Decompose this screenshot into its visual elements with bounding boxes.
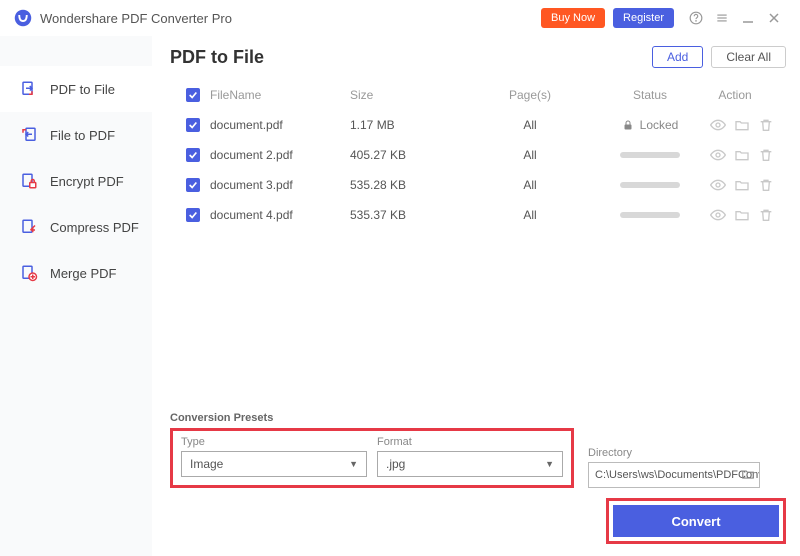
row-checkbox[interactable] [186,208,200,222]
preview-icon[interactable] [710,147,726,163]
cell-filename: document 2.pdf [210,148,350,162]
content: PDF to File Add Clear All FileName Size … [152,36,800,556]
type-value: Image [190,457,223,471]
type-label: Type [181,436,367,448]
presets-heading: Conversion Presets [170,412,786,424]
col-size: Size [350,88,470,102]
page-title: PDF to File [170,47,264,68]
convert-highlight-box: Convert [606,498,786,544]
format-label: Format [377,436,563,448]
conversion-panel: Conversion Presets Type Image ▼ Format .… [170,412,786,556]
row-checkbox[interactable] [186,118,200,132]
clear-all-button[interactable]: Clear All [711,46,786,68]
cell-pages: All [470,118,590,132]
pdf-to-file-icon [20,80,38,98]
preview-icon[interactable] [710,117,726,133]
presets-highlight-box: Type Image ▼ Format .jpg ▼ [170,428,574,488]
merge-pdf-icon [20,264,38,282]
add-button[interactable]: Add [652,46,703,68]
app-logo-icon [14,9,32,27]
sidebar-item-merge-pdf[interactable]: Merge PDF [0,250,152,296]
directory-value: C:\Users\ws\Documents\PDFConvert [595,469,760,481]
browse-folder-icon[interactable] [741,467,755,484]
sidebar-item-label: Compress PDF [50,220,139,235]
col-pages: Page(s) [470,88,590,102]
format-value: .jpg [386,457,405,471]
open-folder-icon[interactable] [734,147,750,163]
cell-pages: All [470,178,590,192]
encrypt-pdf-icon [20,172,38,190]
sidebar-item-label: Encrypt PDF [50,174,124,189]
row-checkbox[interactable] [186,148,200,162]
table-header: FileName Size Page(s) Status Action [170,80,786,110]
select-all-checkbox[interactable] [186,88,200,102]
col-status: Status [590,88,710,102]
chevron-down-icon: ▼ [545,459,554,469]
col-filename: FileName [210,88,350,102]
app-title: Wondershare PDF Converter Pro [40,11,232,26]
close-icon[interactable] [762,6,786,30]
cell-size: 405.27 KB [350,148,470,162]
col-action: Action [710,88,780,102]
locked-label: Locked [640,118,679,132]
status-progress [620,152,680,158]
open-folder-icon[interactable] [734,117,750,133]
sidebar-item-compress-pdf[interactable]: Compress PDF [0,204,152,250]
minimize-icon[interactable] [736,6,760,30]
file-to-pdf-icon [20,126,38,144]
register-button[interactable]: Register [613,8,674,28]
table-row: document 4.pdf535.37 KBAll [170,200,786,230]
open-folder-icon[interactable] [734,177,750,193]
help-icon[interactable] [684,6,708,30]
sidebar-item-label: PDF to File [50,82,115,97]
file-table: FileName Size Page(s) Status Action docu… [170,80,786,412]
titlebar: Wondershare PDF Converter Pro Buy Now Re… [0,0,800,36]
directory-label: Directory [588,447,760,459]
status-progress [620,182,680,188]
cell-pages: All [470,148,590,162]
delete-icon[interactable] [758,147,774,163]
sidebar-item-pdf-to-file[interactable]: PDF to File [0,66,152,112]
preview-icon[interactable] [710,207,726,223]
cell-size: 1.17 MB [350,118,470,132]
chevron-down-icon: ▼ [349,459,358,469]
type-select[interactable]: Image ▼ [181,451,367,477]
row-checkbox[interactable] [186,178,200,192]
directory-input[interactable]: C:\Users\ws\Documents\PDFConvert [588,462,760,488]
delete-icon[interactable] [758,207,774,223]
table-row: document 2.pdf405.27 KBAll [170,140,786,170]
buy-now-button[interactable]: Buy Now [541,8,605,28]
convert-button[interactable]: Convert [613,505,779,537]
open-folder-icon[interactable] [734,207,750,223]
table-row: document 3.pdf535.28 KBAll [170,170,786,200]
lock-icon [622,119,634,131]
sidebar-item-file-to-pdf[interactable]: File to PDF [0,112,152,158]
delete-icon[interactable] [758,177,774,193]
delete-icon[interactable] [758,117,774,133]
cell-size: 535.37 KB [350,208,470,222]
format-select[interactable]: .jpg ▼ [377,451,563,477]
sidebar-item-label: File to PDF [50,128,115,143]
cell-pages: All [470,208,590,222]
sidebar: PDF to File File to PDF Encrypt PDF Comp… [0,36,152,556]
status-progress [620,212,680,218]
cell-filename: document 3.pdf [210,178,350,192]
cell-filename: document 4.pdf [210,208,350,222]
sidebar-item-encrypt-pdf[interactable]: Encrypt PDF [0,158,152,204]
compress-pdf-icon [20,218,38,236]
sidebar-item-label: Merge PDF [50,266,116,281]
table-row: document.pdf1.17 MBAll Locked [170,110,786,140]
preview-icon[interactable] [710,177,726,193]
cell-size: 535.28 KB [350,178,470,192]
menu-icon[interactable] [710,6,734,30]
cell-filename: document.pdf [210,118,350,132]
